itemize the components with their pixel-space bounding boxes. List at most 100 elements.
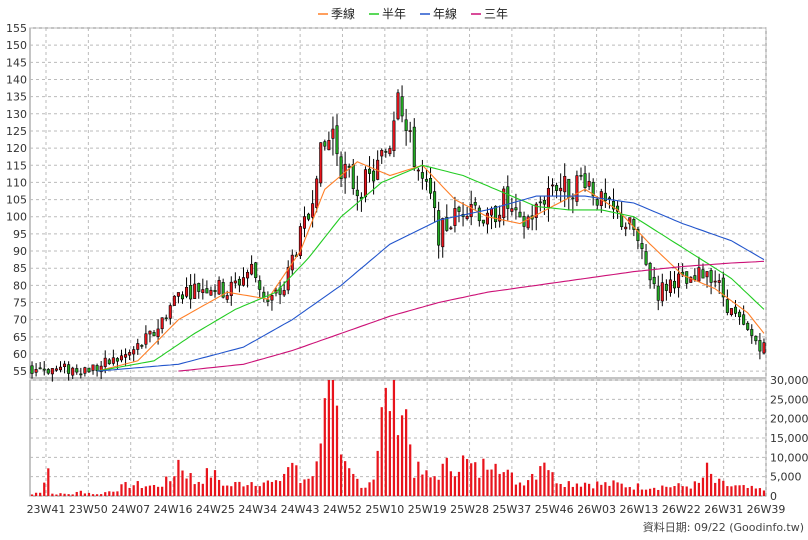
price-tick-label: 130: [6, 108, 27, 121]
price-tick-label: 95: [13, 228, 27, 241]
volume-bar: [502, 472, 505, 496]
volume-bar: [592, 488, 595, 496]
volume-bar: [83, 493, 87, 496]
candle-body: [510, 208, 514, 212]
candle-body: [506, 186, 510, 209]
volume-bar: [657, 489, 660, 496]
volume-bar: [746, 487, 749, 496]
volume-bar: [478, 477, 481, 496]
volume-bar: [75, 491, 78, 496]
volume-bar: [95, 494, 99, 496]
volume-bar: [384, 387, 387, 496]
volume-bar: [368, 482, 371, 496]
volume-bar: [701, 477, 705, 496]
volume-bar: [344, 461, 347, 496]
candle-body: [233, 280, 237, 284]
candle-body: [189, 285, 193, 300]
volume-bar: [30, 494, 34, 496]
candle-body: [738, 311, 742, 318]
volume-tick-label: 15,000: [770, 432, 808, 445]
candle-body: [58, 366, 63, 371]
volume-bar: [71, 494, 74, 496]
candle-body: [742, 314, 746, 325]
volume-bar: [669, 487, 672, 496]
price-tick-label: 125: [6, 125, 27, 138]
candle-body: [457, 206, 461, 212]
volume-bar: [388, 411, 391, 496]
volume-bar: [197, 481, 200, 496]
candle-body: [323, 141, 327, 147]
volume-bar: [283, 473, 286, 496]
candle-body: [481, 219, 485, 224]
candle-body: [717, 280, 721, 283]
legend-label: 季線: [331, 6, 355, 21]
candle-body: [538, 201, 542, 204]
volume-bar: [486, 469, 489, 496]
candle-body: [408, 130, 412, 132]
candle-body: [652, 276, 656, 285]
candle-body: [71, 367, 75, 376]
volume-bar: [205, 468, 209, 496]
candle-body: [351, 164, 355, 189]
volume-bar: [441, 463, 444, 496]
candle-body: [50, 368, 54, 375]
volume-bar: [234, 481, 237, 496]
volume-bar: [319, 443, 322, 496]
x-tick-label: 26W13: [620, 503, 659, 516]
volume-bar: [555, 483, 558, 496]
volume-bar: [425, 470, 428, 496]
candle-body: [180, 294, 185, 300]
candle-body: [705, 271, 709, 278]
candle-body: [347, 166, 351, 168]
legend-label: 三年: [484, 7, 508, 21]
x-tick-label: 26W39: [747, 503, 786, 516]
volume-bar: [697, 482, 701, 496]
candle-body: [46, 369, 50, 374]
volume-bar: [417, 461, 420, 496]
volume-bar: [39, 492, 42, 496]
candle-body: [307, 213, 311, 220]
price-tick-label: 145: [6, 56, 27, 69]
volume-bar: [270, 481, 274, 496]
candle-body: [229, 281, 233, 296]
volume-bar: [116, 491, 119, 496]
candle-body: [42, 368, 46, 371]
candle-body: [603, 192, 607, 202]
volume-bar: [348, 468, 351, 496]
legend: 季線 半年 年線 三年: [318, 6, 508, 21]
x-tick-label: 25W28: [450, 503, 489, 516]
volume-bar: [169, 481, 172, 496]
price-tick-label: 75: [13, 297, 27, 310]
volume-bar: [453, 476, 457, 496]
candle-body: [412, 126, 416, 167]
volume-tick-label: 10,000: [770, 451, 808, 464]
volume-bar: [222, 485, 225, 496]
candle-body: [201, 289, 205, 293]
candle-body: [433, 191, 437, 209]
volume-bar: [43, 482, 46, 496]
volume-bar: [490, 469, 493, 496]
volume-bar: [600, 484, 603, 496]
volume-bar: [323, 398, 326, 496]
candle-body: [213, 289, 217, 293]
volume-bar: [181, 470, 184, 496]
candle-body: [315, 178, 319, 208]
x-tick-label: 25W19: [408, 503, 447, 516]
volume-bar: [527, 480, 530, 496]
candle-body: [327, 139, 331, 151]
candle-body: [79, 373, 83, 376]
candle-body: [282, 290, 286, 296]
price-tick-label: 140: [6, 73, 27, 86]
volume-bar: [360, 487, 363, 496]
volume-bar: [409, 444, 412, 496]
x-tick-label: 24W25: [196, 503, 235, 516]
volume-bar: [596, 481, 599, 496]
price-tick-label: 60: [13, 348, 27, 361]
volume-bar: [315, 461, 318, 496]
volume-bar: [762, 490, 766, 496]
candle-body: [404, 119, 408, 131]
candle-body: [644, 251, 648, 265]
candle-body: [148, 330, 152, 335]
volume-bar: [620, 483, 623, 496]
volume-bar: [673, 486, 676, 496]
